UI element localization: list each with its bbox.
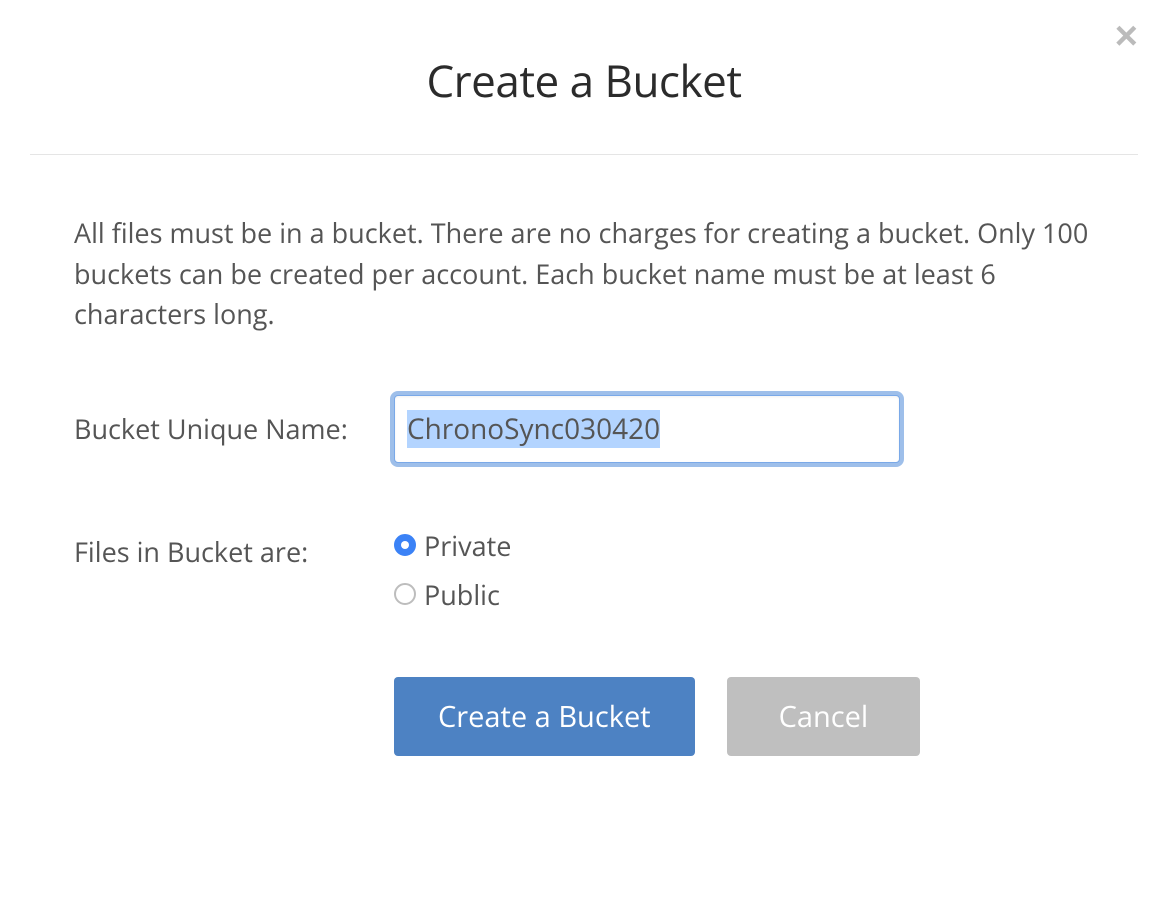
visibility-public-label: Public [424,576,500,613]
visibility-label: Files in Bucket are: [74,527,394,570]
bucket-name-label: Bucket Unique Name: [74,410,394,447]
dialog-title: Create a Bucket [30,0,1138,154]
dialog-description: All files must be in a bucket. There are… [74,213,1094,335]
cancel-button[interactable]: Cancel [727,677,921,756]
bucket-name-input[interactable] [394,395,900,463]
radio-checked-icon [394,534,416,556]
close-icon: × [1115,14,1138,58]
create-bucket-button[interactable]: Create a Bucket [394,677,695,756]
visibility-radio-group: Private Public [394,527,511,613]
visibility-private-radio[interactable]: Private [394,527,511,564]
bucket-name-row: Bucket Unique Name: [74,395,1094,463]
bucket-name-input-wrapper [394,395,900,463]
create-bucket-dialog: × Create a Bucket All files must be in a… [0,0,1168,756]
close-button[interactable]: × [1115,16,1138,56]
dialog-body: All files must be in a bucket. There are… [30,155,1138,756]
radio-unchecked-icon [394,583,416,605]
visibility-row: Files in Bucket are: Private Public [74,527,1094,613]
dialog-actions: Create a Bucket Cancel [394,677,1094,756]
visibility-public-radio[interactable]: Public [394,576,511,613]
visibility-private-label: Private [424,527,511,564]
